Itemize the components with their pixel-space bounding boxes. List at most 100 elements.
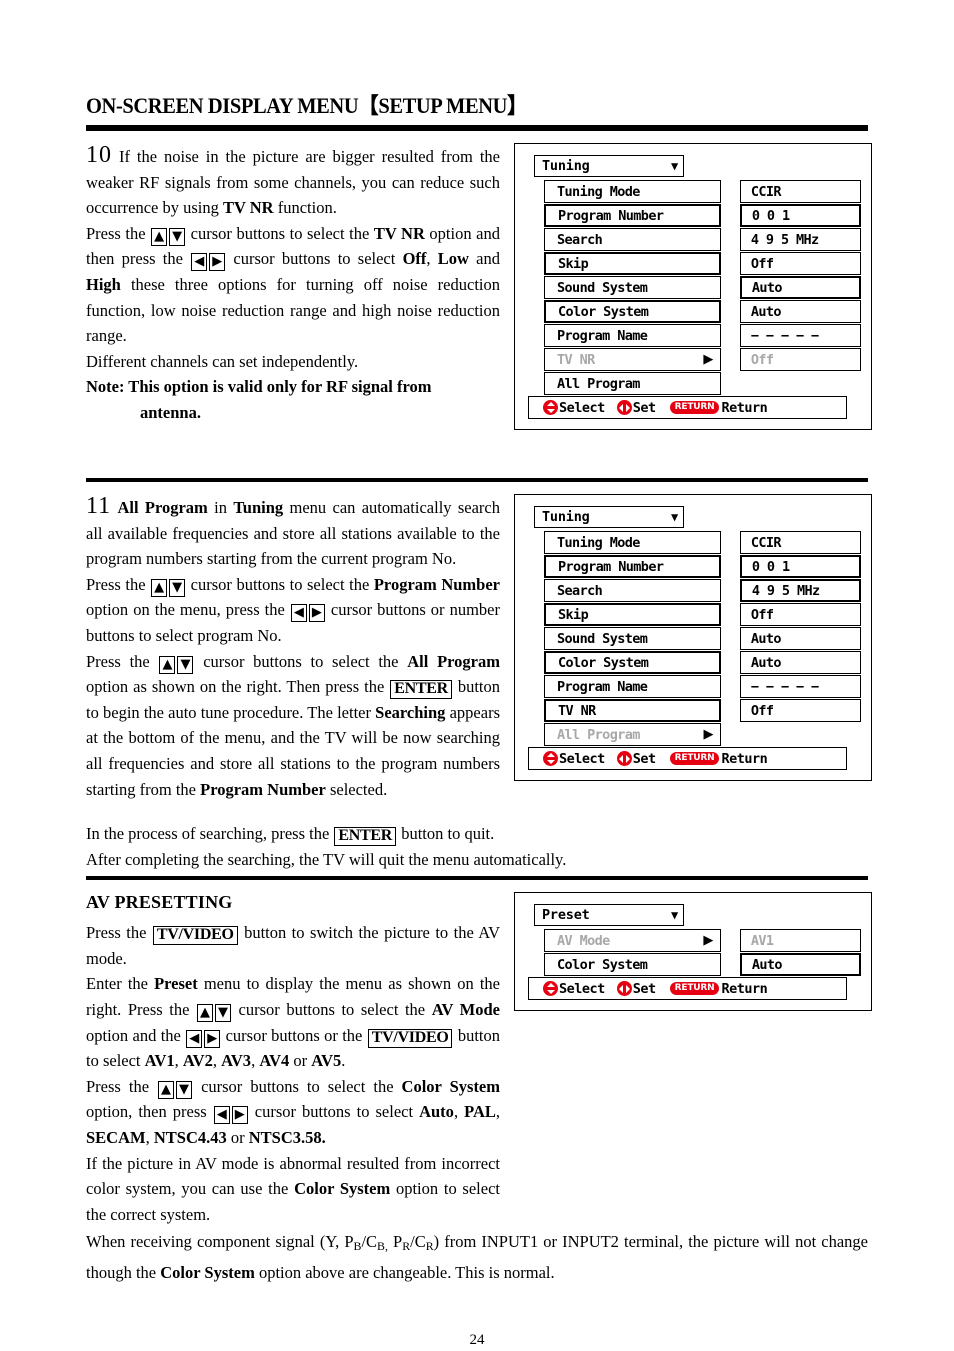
osd-row[interactable]: Search 4 9 5 MHz (544, 228, 861, 251)
paragraph: Enter the Preset menu to display the men… (86, 974, 501, 1071)
closing-text: When receiving component signal (Y, PB/C… (86, 1229, 868, 1285)
osd-row-value[interactable]: CCIR (739, 531, 861, 554)
osd-row-value[interactable]: Auto (739, 953, 861, 977)
osd-row[interactable]: TV NR Off (544, 699, 861, 722)
paragraph: When receiving component signal (Y, PB/C… (86, 1229, 868, 1285)
osd-row[interactable]: Color System Auto (544, 300, 861, 323)
osd-row[interactable]: All Program ▶ (544, 723, 861, 746)
osd-row[interactable]: Tuning Mode CCIR (544, 531, 861, 554)
right-arrow-icon: ▶ (703, 933, 713, 949)
section-10-text: 10 If the noise in the picture are bigge… (86, 131, 500, 426)
updown-icon (543, 981, 558, 997)
osd-row-label-text: Program Name (557, 327, 648, 344)
osd-row-label[interactable]: All Program ▶ (544, 723, 721, 746)
term-all-program: All Program (117, 498, 208, 517)
osd-row-value[interactable]: Off (739, 603, 861, 626)
osd-row-label[interactable]: Search (544, 228, 721, 251)
osd-row[interactable]: Program Name − − − − − (544, 324, 861, 347)
legend-return-label: Return (721, 980, 768, 997)
osd-row-label[interactable]: Color System (544, 953, 721, 977)
updown-icon (543, 751, 558, 766)
osd-row-value[interactable]: Auto (739, 276, 861, 299)
subscript: R (425, 1239, 434, 1254)
osd-row-value[interactable]: Off (739, 348, 861, 371)
osd-row[interactable]: Sound System Auto (544, 276, 861, 299)
osd-menu-title-preset[interactable]: Preset ▼ (534, 904, 684, 927)
right-arrow-icon: ▶ (231, 1106, 248, 1125)
osd-row[interactable]: Program Number 0 0 1 (544, 555, 861, 578)
osd-row[interactable]: Program Name − − − − − (544, 675, 861, 698)
osd-row[interactable]: Program Number 0 0 1 (544, 204, 861, 227)
osd-row-label[interactable]: Program Number (544, 555, 721, 578)
term-av2: AV2 (182, 1051, 213, 1071)
osd-row[interactable]: Tuning Mode CCIR (544, 180, 861, 203)
term-auto: Auto (419, 1102, 454, 1122)
term-color-system: Color System (294, 1179, 391, 1199)
osd-row-value[interactable]: 4 9 5 MHz (739, 228, 861, 251)
osd-row-label[interactable]: AV Mode ▶ (544, 929, 721, 953)
osd-row-label[interactable]: TV NR ▶ (544, 348, 721, 371)
legend-select-label: Select (559, 399, 605, 416)
osd-row-value-empty (740, 372, 861, 395)
osd-row-value[interactable]: Auto (739, 300, 861, 323)
osd-row-label[interactable]: Tuning Mode (544, 180, 721, 203)
note-paragraph: Note: This option is valid only for RF s… (86, 374, 500, 425)
chevron-down-icon: ▼ (670, 159, 678, 173)
text: cursor buttons to select the (186, 574, 374, 594)
up-arrow-icon: ▲ (159, 655, 176, 674)
osd-row[interactable]: Search 4 9 5 MHz (544, 579, 861, 602)
osd-row-value[interactable]: CCIR (739, 180, 861, 203)
text: button to quit. (397, 824, 495, 843)
osd-row[interactable]: Skip Off (544, 252, 861, 275)
text: option, then press (86, 1102, 213, 1122)
osd-row-label[interactable]: Skip (544, 252, 721, 275)
osd-row-value[interactable]: Auto (739, 627, 861, 650)
osd-row-label-text: Color System (557, 956, 648, 973)
term-high: High (86, 274, 121, 294)
osd-row[interactable]: AV Mode ▶ AV1 (544, 929, 861, 953)
osd-row-value[interactable]: Auto (739, 651, 861, 674)
osd-row-label[interactable]: Program Number (544, 204, 721, 227)
text: . (341, 1051, 346, 1071)
osd-row-value[interactable]: Off (739, 252, 861, 275)
osd-row-label[interactable]: Color System (544, 300, 721, 323)
text: Press the (86, 651, 159, 671)
osd-row-label[interactable]: Search (544, 579, 721, 602)
osd-row-label[interactable]: TV NR (544, 699, 721, 722)
text: cursor buttons to select the (231, 999, 432, 1019)
osd-row-value[interactable]: AV1 (739, 929, 861, 953)
osd-row-value[interactable]: 0 0 1 (739, 204, 861, 227)
osd-row[interactable]: All Program (544, 372, 861, 395)
osd-row[interactable]: Sound System Auto (544, 627, 861, 650)
osd-row-value[interactable]: − − − − − (739, 324, 861, 347)
term-pal: PAL (464, 1102, 496, 1122)
term-preset: Preset (154, 974, 198, 994)
osd-row-label-text: Program Number (558, 558, 664, 575)
osd-row-value[interactable]: Off (739, 699, 861, 722)
page-number: 24 (469, 1332, 485, 1349)
text: Press the (86, 223, 151, 243)
osd-row-label-text: TV NR (558, 702, 596, 719)
osd-row-label-text: Sound System (557, 630, 648, 647)
osd-row-label-text: TV NR (557, 351, 595, 368)
osd-row-label[interactable]: Sound System (544, 276, 721, 299)
osd-row-value[interactable]: − − − − − (739, 675, 861, 698)
osd-row-label[interactable]: Skip (544, 603, 721, 626)
term-color-system: Color System (401, 1076, 501, 1096)
osd-panel-tuning-1: Tuning ▼ Tuning Mode CCIR Program Number 0 … (514, 143, 872, 430)
term-av1: AV1 (144, 1051, 175, 1071)
osd-row-label[interactable]: Tuning Mode (544, 531, 721, 554)
osd-menu-title-tuning[interactable]: Tuning ▼ (534, 155, 684, 177)
osd-row[interactable]: Color System Auto (544, 953, 861, 977)
osd-row-value[interactable]: 4 9 5 MHz (739, 579, 861, 602)
osd-row-value[interactable]: 0 0 1 (739, 555, 861, 578)
osd-row[interactable]: Skip Off (544, 603, 861, 626)
osd-row-label[interactable]: Sound System (544, 627, 721, 650)
osd-row-label[interactable]: All Program (544, 372, 721, 395)
osd-row[interactable]: TV NR ▶ Off (544, 348, 861, 371)
osd-menu-title-tuning[interactable]: Tuning ▼ (534, 506, 684, 528)
osd-row-label[interactable]: Program Name (544, 675, 721, 698)
osd-row[interactable]: Color System Auto (544, 651, 861, 674)
osd-row-label[interactable]: Color System (544, 651, 721, 674)
osd-row-label[interactable]: Program Name (544, 324, 721, 347)
